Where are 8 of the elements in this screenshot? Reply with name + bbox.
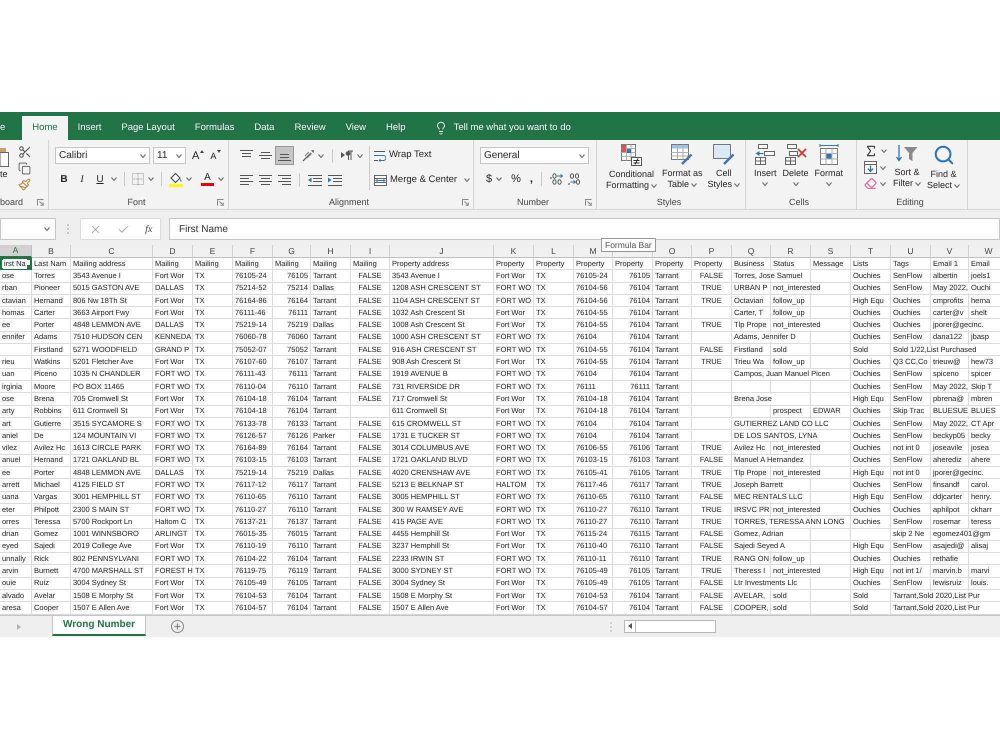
tooltip: Formula Bar: [601, 238, 656, 252]
group-label: Font: [127, 196, 146, 208]
group-label: Cells: [788, 196, 809, 208]
group-label: board: [0, 196, 24, 208]
group-label: Styles: [656, 196, 682, 208]
group-label: Editing: [896, 196, 924, 208]
group-label: Number: [516, 196, 549, 208]
group-label: Alignment: [328, 196, 370, 208]
